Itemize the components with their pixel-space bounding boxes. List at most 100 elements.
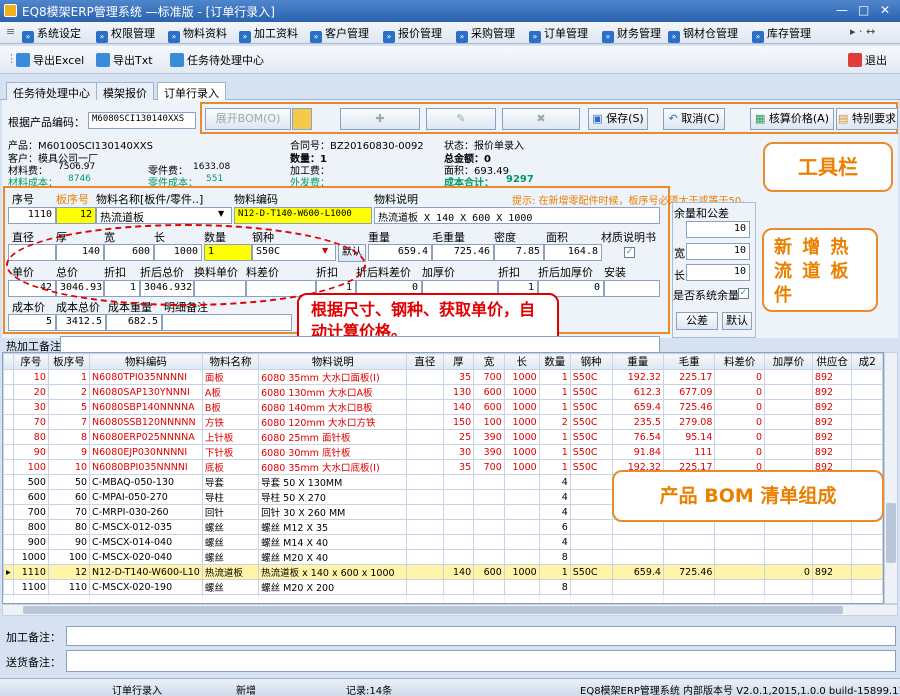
table-cell[interactable]: 面板 [201, 369, 260, 385]
table-cell[interactable] [473, 504, 505, 520]
table-cell[interactable]: 2 [47, 384, 91, 400]
table-cell[interactable] [406, 564, 444, 580]
table-cell[interactable]: N6080ERP025NNNNA [89, 429, 203, 445]
table-cell[interactable]: 6080 120mm 大水口方铁 [258, 414, 408, 430]
table-cell[interactable] [611, 549, 664, 565]
table-cell[interactable] [406, 369, 444, 385]
proc-remark-input[interactable] [66, 626, 896, 646]
table-cell[interactable]: 25 [442, 429, 475, 445]
table-cell[interactable] [473, 474, 505, 490]
table-cell[interactable]: 螺丝 [201, 519, 260, 535]
table-cell[interactable]: 600 [12, 489, 49, 505]
table-cell[interactable] [764, 579, 813, 595]
export-txt-button[interactable]: 导出Txt [96, 52, 153, 68]
table-cell[interactable]: 892 [811, 429, 853, 445]
table-cell[interactable]: 1000 [503, 384, 540, 400]
row-indicator[interactable] [3, 414, 14, 430]
table-cell[interactable] [851, 384, 883, 400]
table-cell[interactable]: S50C [569, 429, 613, 445]
cost-weight-input[interactable]: 682.5 [106, 314, 162, 331]
menu-item-steel[interactable]: » 钢材仓管理 [668, 25, 738, 43]
table-cell[interactable]: 0 [714, 399, 765, 415]
table-cell[interactable]: 螺丝 M20 X 200 [258, 579, 408, 595]
table-cell[interactable]: 390 [473, 429, 505, 445]
table-cell[interactable] [406, 444, 444, 460]
table-cell[interactable]: S50C [569, 444, 613, 460]
minimize-button[interactable]: — [836, 3, 848, 17]
proc-note-input[interactable] [60, 336, 660, 353]
density-input[interactable]: 7.85 [494, 244, 544, 261]
table-cell[interactable]: 677.09 [662, 384, 716, 400]
table-cell[interactable]: 700 [473, 369, 505, 385]
table-cell[interactable] [811, 579, 853, 595]
table-cell[interactable]: C-MSCX-012-035 [89, 519, 203, 535]
row-indicator[interactable] [3, 534, 14, 550]
table-cell[interactable]: C-MRPI-030-260 [89, 504, 203, 520]
table-row[interactable]: 70 7 N6080SSB120NNNNN 方铁 6080 120mm 大水口方铁 150… [3, 414, 883, 430]
table-cell[interactable]: 1000 [503, 459, 540, 475]
table-cell[interactable]: 1000 [503, 429, 540, 445]
table-cell[interactable]: 725.46 [662, 564, 716, 580]
edit-pencil-icon[interactable]: ✎ [426, 108, 496, 130]
table-cell[interactable]: 热流道板 [201, 564, 260, 580]
menu-item-system[interactable]: » 系统设定 [22, 25, 81, 43]
row-indicator[interactable] [3, 579, 14, 595]
column-header[interactable]: 物料说明 [258, 353, 408, 370]
table-cell[interactable]: 6080 140mm 大水口B板 [258, 399, 408, 415]
table-cell[interactable]: 0 [714, 369, 765, 385]
column-header[interactable]: 钢种 [569, 353, 613, 370]
table-cell[interactable] [851, 444, 883, 460]
table-cell[interactable] [442, 489, 475, 505]
detail-note-input[interactable] [162, 314, 292, 331]
table-cell[interactable]: 1 [538, 459, 571, 475]
row-indicator[interactable] [3, 384, 14, 400]
column-header[interactable]: 直径 [406, 353, 444, 370]
table-cell[interactable]: 7 [47, 414, 91, 430]
table-cell[interactable]: 1 [538, 444, 571, 460]
table-cell[interactable]: 70 [12, 414, 49, 430]
table-cell[interactable]: C-MSCX-020-190 [89, 579, 203, 595]
table-cell[interactable]: 892 [811, 399, 853, 415]
table-cell[interactable] [442, 474, 475, 490]
table-cell[interactable] [764, 369, 813, 385]
table-cell[interactable] [473, 534, 505, 550]
table-cell[interactable] [503, 489, 540, 505]
table-cell[interactable]: N6080SAP130YNNNI [89, 384, 203, 400]
table-cell[interactable]: 235.5 [611, 414, 664, 430]
table-cell[interactable]: 80 [47, 519, 91, 535]
column-header[interactable]: 长 [503, 353, 540, 370]
menu-item-customer[interactable]: » 客户管理 [310, 25, 369, 43]
table-cell[interactable]: 4 [538, 504, 571, 520]
menu-item-material[interactable]: » 物料资料 [168, 25, 227, 43]
table-cell[interactable]: 150 [442, 414, 475, 430]
menu-item-processing[interactable]: » 加工资料 [239, 25, 298, 43]
table-cell[interactable]: 892 [811, 564, 853, 580]
table-cell[interactable]: 20 [12, 384, 49, 400]
calc-price-button[interactable]: ▦ 核算价格(A) [750, 108, 834, 130]
table-cell[interactable] [764, 399, 813, 415]
cost-input[interactable]: 5 [8, 314, 56, 331]
table-cell[interactable] [442, 519, 475, 535]
table-cell[interactable]: 1 [538, 384, 571, 400]
row-indicator[interactable] [3, 459, 14, 475]
tab-task-center[interactable]: 任务待处理中心 [6, 82, 97, 100]
table-row[interactable]: 90 9 N6080EJP030NNNNI 下针板 6080 30mm 底针板 30 390… [3, 444, 883, 460]
row-indicator[interactable] [3, 429, 14, 445]
allowance-wid-input[interactable]: 10 [686, 243, 750, 260]
table-cell[interactable]: S50C [569, 414, 613, 430]
table-cell[interactable]: 612.3 [611, 384, 664, 400]
table-row[interactable]: 1100 110 C-MSCX-020-190 螺丝 螺丝 M20 X 200 8 [3, 579, 883, 595]
table-cell[interactable]: 90 [12, 444, 49, 460]
table-cell[interactable]: 100 [12, 459, 49, 475]
table-cell[interactable] [569, 534, 613, 550]
allowance-len-input[interactable]: 10 [686, 264, 750, 281]
table-cell[interactable] [503, 504, 540, 520]
close-button[interactable]: ✕ [880, 3, 890, 17]
row-indicator[interactable] [3, 399, 14, 415]
table-cell[interactable]: 1000 [12, 549, 49, 565]
table-cell[interactable] [851, 564, 883, 580]
table-cell[interactable]: 95.14 [662, 429, 716, 445]
save-button[interactable]: ▣ 保存(S) [588, 108, 648, 130]
weight-input[interactable]: 659.4 [368, 244, 432, 261]
table-cell[interactable]: 140 [442, 399, 475, 415]
